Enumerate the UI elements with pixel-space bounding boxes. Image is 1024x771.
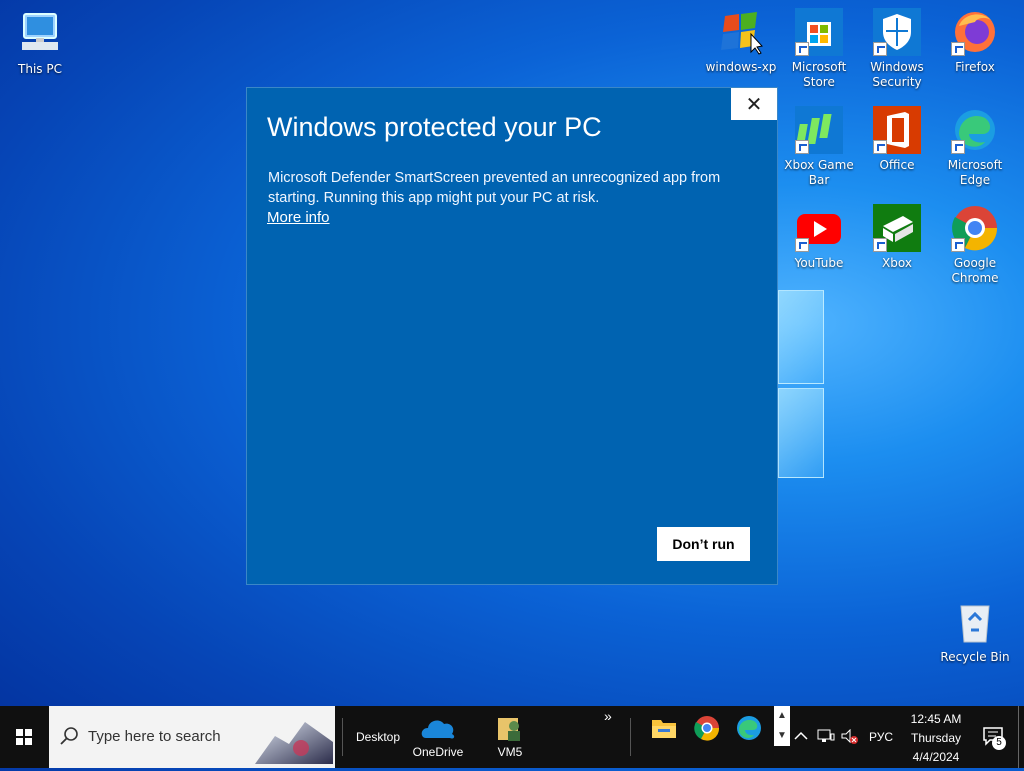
shortcut-arrow-icon <box>951 238 965 252</box>
desktop-icon-google-chrome[interactable]: Google Chrome <box>937 204 1013 286</box>
language-indicator[interactable]: РУС <box>869 730 893 744</box>
clock-time: 12:45 AM <box>910 712 962 726</box>
close-icon: ✕ <box>745 92 763 116</box>
onedrive-shortcut[interactable]: OneDrive <box>408 714 468 759</box>
search-highlight-image <box>255 722 333 764</box>
youtube-icon <box>795 204 843 252</box>
desktop-icon-youtube[interactable]: YouTube <box>781 204 857 271</box>
smartscreen-dialog: ✕ Windows protected your PC Microsoft De… <box>246 87 778 585</box>
network-icon <box>817 729 835 742</box>
search-placeholder: Type here to search <box>88 728 221 745</box>
desktop-icon-microsoft-edge[interactable]: Microsoft Edge <box>937 106 1013 188</box>
desktop-icon-xbox-game-bar[interactable]: Xbox Game Bar <box>781 106 857 188</box>
notification-badge: 5 <box>992 736 1006 750</box>
start-button[interactable] <box>0 706 48 768</box>
clock-day: Thursday <box>910 731 962 745</box>
dialog-title: Windows protected your PC <box>267 112 602 142</box>
store-bag-icon <box>795 8 843 56</box>
windows-start-icon <box>16 729 32 745</box>
desktop-icon-label: windows-xp <box>705 60 777 74</box>
toolbar-overflow-chevron[interactable]: » <box>604 708 612 724</box>
desktop-icon-label: YouTube <box>794 256 844 270</box>
edge-taskbar-button[interactable] <box>735 714 763 745</box>
chrome-taskbar-button[interactable] <box>693 714 721 745</box>
chrome-icon <box>694 716 720 741</box>
show-desktop-button[interactable] <box>1018 706 1019 768</box>
volume-tray-button[interactable] <box>841 728 859 748</box>
desktop-icon-windows-security[interactable]: Windows Security <box>859 8 935 90</box>
windows-xp-flag-icon <box>717 8 765 56</box>
desktop-icon-xbox[interactable]: Xbox <box>859 204 935 271</box>
search-icon <box>60 727 78 745</box>
edge-icon <box>737 716 761 740</box>
shortcut-arrow-icon <box>951 140 965 154</box>
shield-icon <box>873 8 921 56</box>
desktop-icon-label: Windows Security <box>870 60 924 89</box>
close-button[interactable]: ✕ <box>731 88 777 120</box>
clock-date: 4/4/2024 <box>912 750 960 764</box>
computer-icon <box>16 10 64 58</box>
onedrive-cloud-icon <box>421 720 455 739</box>
office-icon <box>873 106 921 154</box>
desktop-icon-this-pc[interactable]: This PC <box>2 10 78 77</box>
onedrive-label: OneDrive <box>412 745 464 759</box>
chrome-icon <box>951 204 999 252</box>
desktop-icon-label: Microsoft Store <box>791 60 847 89</box>
taskbar-separator <box>342 718 343 756</box>
desktop-icon-label: Recycle Bin <box>940 650 1010 664</box>
shortcut-arrow-icon <box>873 238 887 252</box>
dialog-message: Microsoft Defender SmartScreen prevented… <box>268 170 721 206</box>
desktop-icon-firefox[interactable]: Firefox <box>937 8 1013 75</box>
scroll-down-icon[interactable]: ▼ <box>774 726 790 746</box>
vm5-label: VM5 <box>497 745 523 759</box>
desktop-icon-label: Google Chrome <box>951 256 999 285</box>
scroll-up-icon[interactable]: ▲ <box>774 706 790 726</box>
folder-icon <box>652 720 676 738</box>
desktop-icon-microsoft-store[interactable]: Microsoft Store <box>781 8 857 90</box>
edge-icon <box>951 106 999 154</box>
desktop-icon-office[interactable]: Office <box>859 106 935 173</box>
taskbar: Type here to search Desktop OneDrive VM5… <box>0 706 1024 768</box>
desktop-toolbar-label[interactable]: Desktop <box>356 730 400 744</box>
desktop-icon-label: Firefox <box>955 60 995 74</box>
more-info-link[interactable]: More info <box>267 209 330 226</box>
desktop-icon-label: This PC <box>18 62 62 76</box>
xbox-console-icon <box>873 204 921 252</box>
show-hidden-icons-button[interactable] <box>794 730 808 744</box>
speaker-muted-icon <box>841 728 858 744</box>
desktop-icon-recycle-bin[interactable]: Recycle Bin <box>937 598 1013 665</box>
taskbar-separator <box>630 718 631 756</box>
recycle-bin-icon <box>951 598 999 646</box>
vm5-shortcut[interactable]: VM5 <box>490 714 530 759</box>
desktop-icon-label: Microsoft Edge <box>947 158 1003 187</box>
desktop-icon-label: Office <box>879 158 915 172</box>
shortcut-arrow-icon <box>795 42 809 56</box>
xbox-game-bar-icon <box>795 106 843 154</box>
file-explorer-button[interactable] <box>650 714 678 745</box>
shortcut-arrow-icon <box>795 238 809 252</box>
chevron-up-icon <box>794 731 808 740</box>
desktop-icon-label: Xbox Game Bar <box>784 158 854 187</box>
desktop-icon-label: Xbox <box>882 256 912 270</box>
dont-run-button[interactable]: Don’t run <box>657 527 750 561</box>
user-folder-icon <box>498 718 520 741</box>
shortcut-arrow-icon <box>951 42 965 56</box>
desktop-icon-windows-xp[interactable]: windows-xp <box>703 8 779 75</box>
network-tray-button[interactable] <box>817 729 835 746</box>
firefox-icon <box>951 8 999 56</box>
shortcut-arrow-icon <box>873 42 887 56</box>
clock[interactable]: 12:45 AM Thursday 4/4/2024 <box>908 710 964 767</box>
action-center-button[interactable]: 5 <box>982 726 1006 751</box>
shortcut-arrow-icon <box>873 140 887 154</box>
shortcut-arrow-icon <box>795 140 809 154</box>
toolbar-scroll[interactable]: ▲ ▼ <box>774 706 790 746</box>
search-box[interactable]: Type here to search <box>49 706 335 768</box>
